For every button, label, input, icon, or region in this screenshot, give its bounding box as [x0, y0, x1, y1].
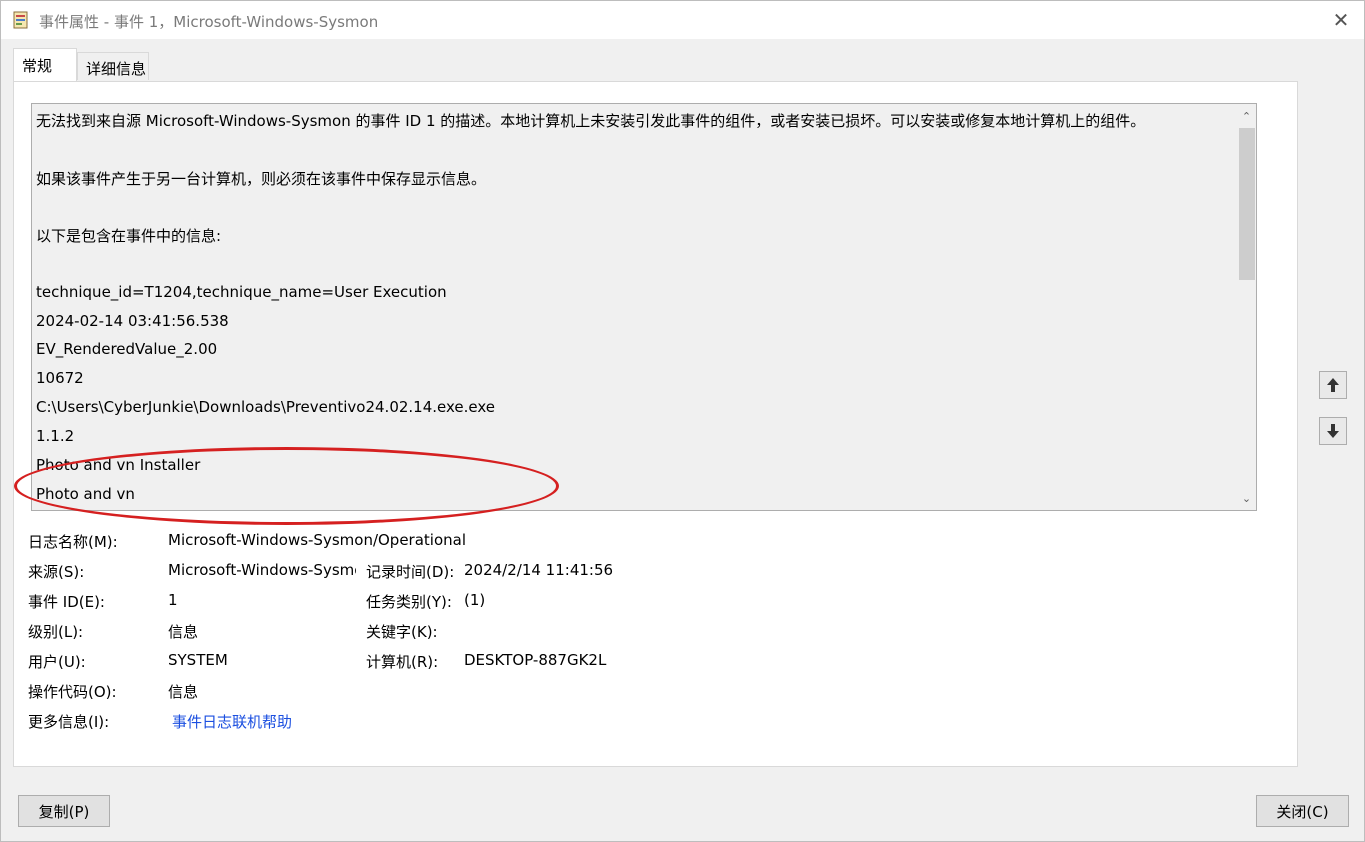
description-line: C:\Users\CyberJunkie\Downloads\Preventiv… — [36, 398, 496, 416]
description-line: 1.1.2 — [36, 427, 75, 445]
description-line: 10672 — [36, 369, 84, 387]
title-bar: 事件属性 - 事件 1，Microsoft-Windows-Sysmon ✕ — [1, 1, 1364, 39]
event-id-value: 1 — [168, 591, 178, 609]
close-button[interactable]: 关闭(C) — [1256, 795, 1349, 827]
description-line: 以下是包含在事件中的信息: — [36, 227, 222, 245]
user-value: SYSTEM — [168, 651, 228, 669]
description-line: 无法找到来自源 Microsoft-Windows-Sysmon 的事件 ID … — [36, 112, 1146, 130]
description-line: technique_id=T1204,technique_name=User E… — [36, 283, 447, 301]
user-label: 用户(U): — [28, 653, 86, 671]
opcode-label: 操作代码(O): — [28, 683, 117, 701]
description-textbox[interactable]: 无法找到来自源 Microsoft-Windows-Sysmon 的事件 ID … — [31, 103, 1257, 511]
window-title: 事件属性 - 事件 1，Microsoft-Windows-Sysmon — [39, 13, 379, 31]
tab-details[interactable]: 详细信息 — [77, 52, 149, 80]
logged-value: 2024/2/14 11:41:56 — [464, 561, 614, 579]
description-line: Photo and vn Installer — [36, 456, 201, 474]
close-icon[interactable]: ✕ — [1328, 7, 1354, 33]
event-id-label: 事件 ID(E): — [28, 593, 105, 611]
opcode-value: 信息 — [168, 683, 199, 701]
scroll-up-icon[interactable]: ⌃ — [1237, 106, 1256, 126]
more-info-label: 更多信息(I): — [28, 713, 110, 731]
level-label: 级别(L): — [28, 623, 84, 641]
scroll-down-icon[interactable]: ⌄ — [1237, 488, 1256, 508]
copy-button[interactable]: 复制(P) — [18, 795, 110, 827]
arrow-down-icon — [1327, 424, 1339, 438]
scroll-thumb[interactable] — [1239, 128, 1255, 280]
general-panel: 无法找到来自源 Microsoft-Windows-Sysmon 的事件 ID … — [13, 81, 1298, 767]
description-line: 2024-02-14 03:41:56.538 — [36, 312, 229, 330]
log-name-value: Microsoft-Windows-Sysmon/Operational — [168, 531, 467, 549]
task-category-value: (1) — [464, 591, 486, 609]
arrow-up-icon — [1327, 378, 1339, 392]
vertical-scrollbar[interactable]: ⌃ ⌄ — [1237, 104, 1256, 510]
source-label: 来源(S): — [28, 563, 85, 581]
log-name-label: 日志名称(M): — [28, 533, 118, 551]
keywords-label: 关键字(K): — [366, 623, 438, 641]
next-event-button[interactable] — [1319, 417, 1347, 445]
event-properties-window: 事件属性 - 事件 1，Microsoft-Windows-Sysmon ✕ 常… — [0, 0, 1365, 842]
previous-event-button[interactable] — [1319, 371, 1347, 399]
description-line: EV_RenderedValue_2.00 — [36, 340, 218, 358]
tab-general[interactable]: 常规 — [13, 48, 77, 81]
description-line: Photo and vn — [36, 485, 135, 503]
event-viewer-icon — [13, 11, 28, 29]
source-value: Microsoft-Windows-Sysmon — [168, 561, 356, 579]
description-line: 如果该事件产生于另一台计算机，则必须在该事件中保存显示信息。 — [36, 170, 487, 188]
more-info-link[interactable]: 事件日志联机帮助 — [172, 711, 292, 732]
logged-label: 记录时间(D): — [366, 563, 455, 581]
computer-label: 计算机(R): — [366, 653, 439, 671]
computer-value: DESKTOP-887GK2L — [464, 651, 607, 669]
task-category-label: 任务类别(Y): — [366, 593, 452, 611]
level-value: 信息 — [168, 623, 199, 641]
